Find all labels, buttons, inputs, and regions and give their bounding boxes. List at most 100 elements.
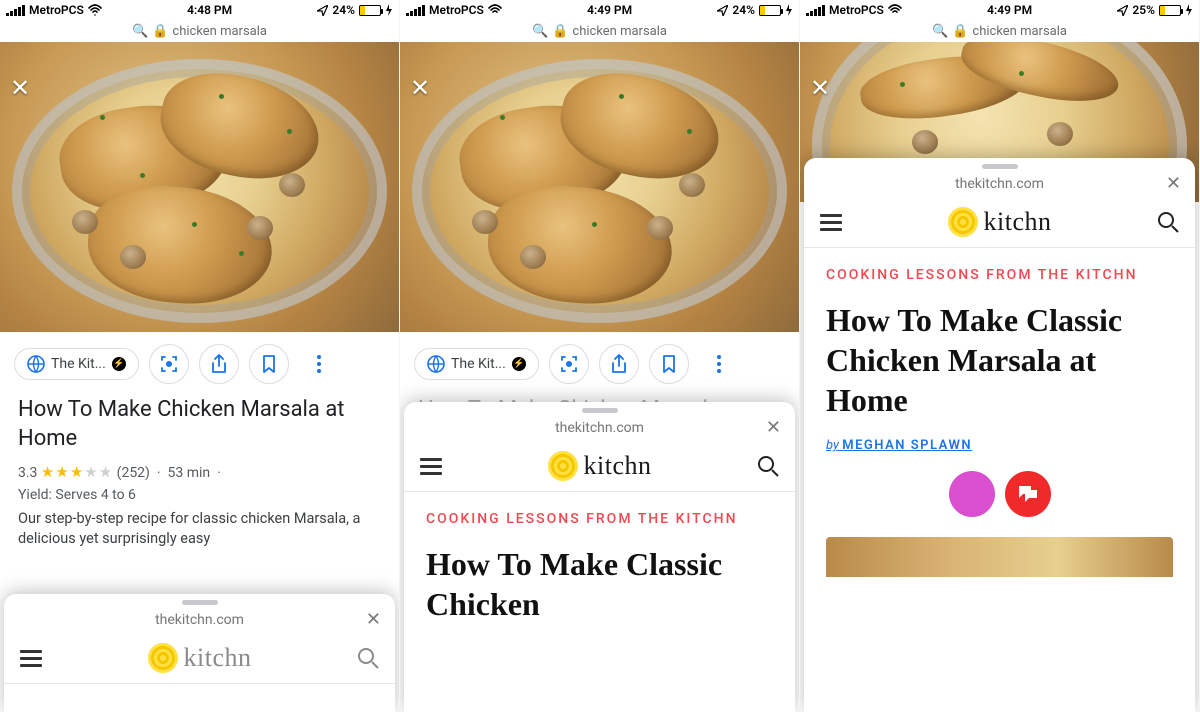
battery-pct-label: 25% [1132,3,1155,17]
share-fab-1[interactable] [949,471,995,517]
clock-label: 4:49 PM [987,3,1032,17]
charging-icon [385,4,393,16]
article-kicker[interactable]: COOKING LESSONS FROM THE KITCHN [426,508,773,530]
signal-icon [406,4,425,16]
article-kicker[interactable]: COOKING LESSONS FROM THE KITCHN [826,264,1173,286]
lens-button[interactable] [149,344,189,384]
bookmark-button[interactable] [649,344,689,384]
logo-swirl-icon [148,643,178,673]
article-byline[interactable]: by MEGHAN SPLAWN [826,438,1173,453]
logo-swirl-icon [548,451,578,481]
source-chip[interactable]: The Kit... ⚡ [14,348,139,380]
battery-icon [359,5,381,16]
bookmark-button[interactable] [249,344,289,384]
more-button[interactable] [299,344,339,384]
share-fab-comment[interactable] [1005,471,1051,517]
share-fab-row [826,471,1173,517]
article-body: COOKING LESSONS FROM THE KITCHN How To M… [804,248,1195,577]
logo-text: kitchn [584,451,652,481]
article-headline: How To Make Classic Chicken Marsala at H… [826,300,1173,420]
sheet-domain: thekitchn.com [955,176,1044,192]
logo-text: kitchn [184,643,252,673]
search-icon: 🔍 [132,24,148,39]
battery-pct-label: 24% [732,3,755,17]
carrier-label: MetroPCS [429,3,484,17]
amp-sheet[interactable]: thekitchn.com ✕ kitchn [4,594,395,712]
site-header: kitchn [404,441,795,492]
site-header: kitchn [804,197,1195,248]
amp-sheet[interactable]: thekitchn.com ✕ kitchn COOKING LESSONS F… [404,402,795,712]
clock-label: 4:49 PM [587,3,632,17]
rating-stars-icon: ★★★★★ [41,463,113,481]
drag-handle-icon[interactable] [982,164,1018,169]
charging-icon [1185,4,1193,16]
drag-handle-icon[interactable] [182,600,218,605]
wifi-icon [488,4,502,16]
sheet-close-icon[interactable]: ✕ [766,417,781,438]
globe-icon [27,355,45,373]
search-icon[interactable] [357,647,379,669]
location-icon [317,5,328,16]
signal-icon [806,4,825,16]
battery-icon [759,5,781,16]
amp-icon: ⚡ [112,357,126,371]
menu-icon[interactable] [820,214,842,231]
lens-button[interactable] [549,344,589,384]
address-text: chicken marsala [172,24,267,39]
sheet-domain: thekitchn.com [155,612,244,628]
result-hero-image[interactable]: ✕ [0,42,399,332]
menu-icon[interactable] [420,458,442,475]
battery-pct-label: 24% [332,3,355,17]
more-button[interactable] [699,344,739,384]
action-row: The Kit... ⚡ [400,332,799,392]
close-icon[interactable]: ✕ [810,74,830,102]
close-icon[interactable]: ✕ [410,74,430,102]
drag-handle-icon[interactable] [582,408,618,413]
address-bar[interactable]: 🔍 🔒 chicken marsala [400,20,799,42]
site-header: kitchn [4,633,395,684]
amp-icon: ⚡ [512,357,526,371]
wifi-icon [88,4,102,16]
screenshot-2: MetroPCS 4:49 PM 24% 🔍 🔒 chicken marsala… [400,0,800,712]
article-body: COOKING LESSONS FROM THE KITCHN How To M… [404,492,795,624]
logo-text: kitchn [984,207,1052,237]
address-text: chicken marsala [972,24,1067,39]
result-hero-image[interactable]: ✕ [400,42,799,332]
sheet-domain: thekitchn.com [555,420,644,436]
source-chip-label: The Kit... [51,356,106,372]
menu-icon[interactable] [20,650,42,667]
location-icon [717,5,728,16]
source-chip[interactable]: The Kit... ⚡ [414,348,539,380]
address-bar[interactable]: 🔍 🔒 chicken marsala [800,20,1199,42]
site-logo[interactable]: kitchn [948,207,1052,237]
search-icon[interactable] [1157,211,1179,233]
rating-value: 3.3 [18,465,37,481]
status-bar: MetroPCS 4:49 PM 25% [800,0,1199,20]
article-headline: How To Make Classic Chicken [426,544,773,624]
logo-swirl-icon [948,207,978,237]
address-text: chicken marsala [572,24,667,39]
result-title[interactable]: How To Make Chicken Marsala at Home [18,396,381,453]
share-button[interactable] [199,344,239,384]
action-row: The Kit... ⚡ [0,332,399,392]
clock-label: 4:48 PM [187,3,232,17]
close-icon[interactable]: ✕ [10,74,30,102]
status-bar: MetroPCS 4:49 PM 24% [400,0,799,20]
site-logo[interactable]: kitchn [148,643,252,673]
yield-line: Yield: Serves 4 to 6 [18,487,381,503]
screenshot-3: MetroPCS 4:49 PM 25% 🔍 🔒 chicken marsala… [800,0,1200,712]
battery-icon [1159,5,1181,16]
signal-icon [6,4,25,16]
site-logo[interactable]: kitchn [548,451,652,481]
status-bar: MetroPCS 4:48 PM 24% [0,0,399,20]
address-bar[interactable]: 🔍 🔒 chicken marsala [0,20,399,42]
sheet-close-icon[interactable]: ✕ [1166,173,1181,194]
carrier-label: MetroPCS [29,3,84,17]
screenshot-1: MetroPCS 4:48 PM 24% 🔍 🔒 chicken marsala [0,0,400,712]
share-button[interactable] [599,344,639,384]
search-icon[interactable] [757,455,779,477]
wifi-icon [888,4,902,16]
amp-sheet[interactable]: thekitchn.com ✕ kitchn COOKING LESSONS F… [804,158,1195,712]
result-description: Our step-by-step recipe for classic chic… [18,509,381,550]
sheet-close-icon[interactable]: ✕ [366,609,381,630]
